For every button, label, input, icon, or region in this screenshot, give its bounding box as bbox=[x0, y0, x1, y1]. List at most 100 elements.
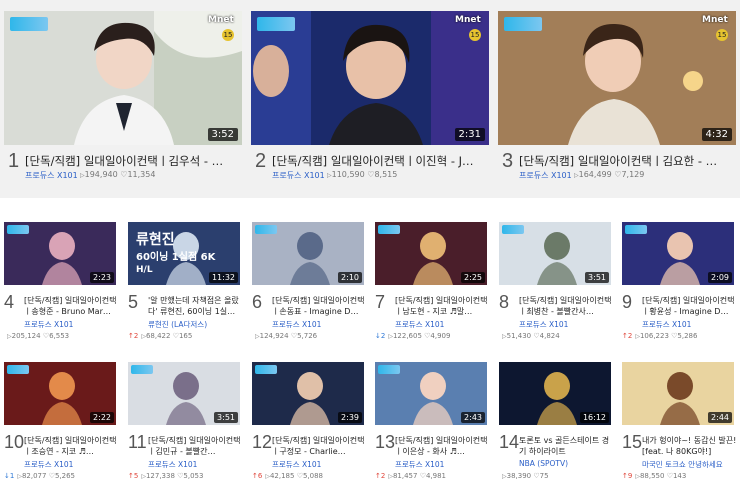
video-thumbnail[interactable]: 2:22 bbox=[4, 362, 116, 425]
video-card-13[interactable]: 2:43 13 [단독/직캠] 일대일아이컨택ㅣ이은상 - 화사 ♬… 프로듀스… bbox=[375, 362, 493, 484]
like-count: 8,515 bbox=[374, 170, 398, 179]
produce-x101-logo bbox=[504, 17, 542, 31]
channel-name[interactable]: 프로듀스 X101 bbox=[395, 459, 444, 470]
video-card-10[interactable]: 2:22 10 [단독/직캠] 일대일아이컨택ㅣ조승연 - 지코 ♬… 프로듀스… bbox=[4, 362, 122, 484]
video-stats: ▷164,499 ♡7,129 bbox=[574, 170, 644, 179]
video-thumbnail[interactable]: 2:44 bbox=[622, 362, 734, 425]
video-thumbnail[interactable]: 2:25 bbox=[375, 222, 487, 285]
video-title[interactable]: 토론토 vs 골든스테이트 경기 하이라이트 bbox=[519, 435, 615, 457]
view-count: 127,338 bbox=[145, 472, 175, 480]
channel-name[interactable]: 프로듀스 X101 bbox=[395, 319, 444, 330]
rank-number: 14 bbox=[499, 432, 520, 452]
channel-name[interactable]: 마국민 토크쇼 안녕하세요 bbox=[642, 459, 723, 470]
video-card-11[interactable]: 3:51 11 [단독/직캠] 일대일아이컨택ㅣ김민규 - 볼빨간… 프로듀스 … bbox=[128, 362, 246, 484]
thumbnail-image bbox=[498, 11, 736, 145]
video-thumbnail[interactable]: 2:23 bbox=[4, 222, 116, 285]
video-title[interactable]: [단독/직캠] 일대일아이컨택ㅣ이은상 - 화사 ♬… bbox=[395, 435, 491, 457]
like-count: 11,354 bbox=[127, 170, 156, 179]
view-count: 82,077 bbox=[21, 472, 47, 480]
video-stats: ▷205,124 ♡6,553 bbox=[4, 332, 69, 340]
video-duration: 3:51 bbox=[585, 272, 609, 283]
video-card-8[interactable]: 3:51 8 [단독/직캠] 일대일아이컨택ㅣ최병찬 - 볼빨간사… 프로듀스 … bbox=[499, 222, 617, 362]
channel-name[interactable]: 프로듀스 X101 bbox=[272, 319, 321, 330]
video-title[interactable]: [단독/직캠] 일대일아이컨택ㅣ김민규 - 볼빨간… bbox=[148, 435, 244, 457]
video-title[interactable]: 내가 헝이야~! 동갑신 발끈! [feat. 나 80KG야!] bbox=[642, 435, 738, 457]
rank-change-indicator: ↑5 bbox=[128, 472, 139, 480]
video-card-9[interactable]: 2:09 9 [단독/직캠] 일대일아이컨택ㅣ황윤성 - Imagine D… … bbox=[622, 222, 740, 362]
view-count: 124,924 bbox=[259, 332, 289, 340]
produce-x101-logo bbox=[625, 225, 647, 234]
channel-name[interactable]: NBA (SPOTV) bbox=[519, 459, 568, 468]
video-title[interactable]: [단독/직캠] 일대일아이컨택ㅣ이진혁 - J… bbox=[272, 153, 486, 169]
top-video-card-2[interactable]: Mnet 15 2:31 2 [단독/직캠] 일대일아이컨택ㅣ이진혁 - J… … bbox=[247, 0, 489, 190]
rank-change-indicator: ↑6 bbox=[252, 472, 263, 480]
video-duration: 2:23 bbox=[90, 272, 114, 283]
channel-name[interactable]: 프로듀스 X101 bbox=[24, 319, 73, 330]
video-thumbnail[interactable]: 2:10 bbox=[252, 222, 364, 285]
channel-name[interactable]: 류현진 (LA다저스) bbox=[148, 319, 207, 330]
video-thumbnail[interactable]: 3:51 bbox=[128, 362, 240, 425]
video-thumbnail[interactable]: 16:12 bbox=[499, 362, 611, 425]
video-title[interactable]: [단독/직캠] 일대일아이컨택ㅣ조승연 - 지코 ♬… bbox=[24, 435, 120, 457]
channel-name[interactable]: 프로듀스 X101 bbox=[148, 459, 197, 470]
top-video-card-3[interactable]: Mnet 15 4:32 3 [단독/직캠] 일대일아이컨택ㅣ김요한 - … 프… bbox=[494, 0, 736, 190]
video-title[interactable]: [단독/직캠] 일대일아이컨택ㅣ김요한 - … bbox=[519, 153, 733, 169]
produce-x101-logo bbox=[255, 225, 277, 234]
channel-name[interactable]: 프로듀스 X101 bbox=[519, 319, 568, 330]
view-count: 164,499 bbox=[578, 170, 612, 179]
channel-name[interactable]: 프로듀스 X101 bbox=[24, 459, 73, 470]
video-stats: ▷110,590 ♡8,515 bbox=[327, 170, 397, 179]
channel-name[interactable]: 프로듀스 X101 bbox=[25, 170, 78, 181]
like-count: 4,909 bbox=[430, 332, 451, 340]
rank-change-indicator: ↓2 bbox=[375, 332, 386, 340]
video-title[interactable]: [단독/직캠] 일대일아이컨택ㅣ손동표 - Imagine D… bbox=[272, 295, 368, 317]
video-thumbnail[interactable]: 3:51 bbox=[499, 222, 611, 285]
video-card-5[interactable]: 류현진 60이닝 1실점 6K H/L 11:32 5 '알 만했는데 자책점은… bbox=[128, 222, 246, 362]
video-thumbnail[interactable]: 류현진 60이닝 1실점 6K H/L 11:32 bbox=[128, 222, 240, 285]
rank-number: 12 bbox=[252, 432, 273, 452]
top-video-card-1[interactable]: Mnet 15 3:52 1 [단독/직캠] 일대일아이컨택ㅣ김우석 - … 프… bbox=[0, 0, 242, 190]
produce-x101-logo bbox=[378, 365, 400, 374]
video-stats: ↑2 ▷81,457 ♡4,981 bbox=[375, 472, 446, 480]
video-stats: ↑5 ▷127,338 ♡5,053 bbox=[128, 472, 203, 480]
video-thumbnail[interactable]: 2:43 bbox=[375, 362, 487, 425]
video-stats: ▷194,940 ♡11,354 bbox=[80, 170, 155, 179]
thumbnail-subline-2: H/L bbox=[136, 265, 153, 275]
video-stats: ↓2 ▷122,605 ♡4,909 bbox=[375, 332, 450, 340]
video-thumbnail[interactable]: 2:39 bbox=[252, 362, 364, 425]
channel-name[interactable]: 프로듀스 X101 bbox=[272, 459, 321, 470]
produce-x101-logo bbox=[378, 225, 400, 234]
video-title[interactable]: [단독/직캠] 일대일아이컨택ㅣ구정모 - Charlie… bbox=[272, 435, 368, 457]
video-card-15[interactable]: 2:44 15 내가 헝이야~! 동갑신 발끈! [feat. 나 80KG야!… bbox=[622, 362, 740, 484]
rank-number: 5 bbox=[128, 292, 139, 312]
video-card-6[interactable]: 2:10 6 [단독/직캠] 일대일아이컨택ㅣ손동표 - Imagine D… … bbox=[252, 222, 370, 362]
video-card-7[interactable]: 2:25 7 [단독/직캠] 일대일아이컨택ㅣ남도현 - 지코 ♬말… 프로듀스… bbox=[375, 222, 493, 362]
rank-change-indicator: ↓1 bbox=[4, 472, 15, 480]
video-thumbnail[interactable]: 2:09 bbox=[622, 222, 734, 285]
video-title[interactable]: [단독/직캠] 일대일아이컨택ㅣ최병찬 - 볼빨간사… bbox=[519, 295, 615, 317]
video-title[interactable]: [단독/직캠] 일대일아이컨택ㅣ송형준 - Bruno Mar… bbox=[24, 295, 120, 317]
video-title[interactable]: [단독/직캠] 일대일아이컨택ㅣ황윤성 - Imagine D… bbox=[642, 295, 738, 317]
video-card-12[interactable]: 2:39 12 [단독/직캠] 일대일아이컨택ㅣ구정모 - Charlie… 프… bbox=[252, 362, 370, 484]
channel-name[interactable]: 프로듀스 X101 bbox=[642, 319, 691, 330]
mnet-logo: Mnet bbox=[208, 15, 234, 25]
like-count: 4,981 bbox=[425, 472, 447, 480]
rank-number: 6 bbox=[252, 292, 263, 312]
channel-name[interactable]: 프로듀스 X101 bbox=[272, 170, 325, 181]
thumbnail-headline: 류현진 bbox=[136, 231, 175, 248]
channel-name[interactable]: 프로듀스 X101 bbox=[519, 170, 572, 181]
video-title[interactable]: '알 만했는데 자책점은 올랐다' 류현진, 60이닝 1실… bbox=[148, 295, 244, 317]
video-title[interactable]: [단독/직캠] 일대일아이컨택ㅣ남도현 - 지코 ♬말… bbox=[395, 295, 491, 317]
produce-x101-logo bbox=[255, 365, 277, 374]
video-stats: ↓1 ▷82,077 ♡5,265 bbox=[4, 472, 75, 480]
age-rating-15-icon: 15 bbox=[469, 29, 481, 41]
video-thumbnail[interactable]: Mnet 15 3:52 bbox=[4, 11, 242, 145]
like-count: 7,129 bbox=[621, 170, 645, 179]
video-thumbnail[interactable]: Mnet 15 2:31 bbox=[251, 11, 489, 145]
view-count: 38,390 bbox=[506, 472, 532, 480]
view-count: 81,457 bbox=[392, 472, 418, 480]
video-card-14[interactable]: 16:12 14 토론토 vs 골든스테이트 경기 하이라이트 NBA (SPO… bbox=[499, 362, 617, 484]
video-thumbnail[interactable]: Mnet 15 4:32 bbox=[498, 11, 736, 145]
video-title[interactable]: [단독/직캠] 일대일아이컨택ㅣ김우석 - … bbox=[25, 153, 239, 169]
video-card-4[interactable]: 2:23 4 [단독/직캠] 일대일아이컨택ㅣ송형준 - Bruno Mar… … bbox=[4, 222, 122, 362]
